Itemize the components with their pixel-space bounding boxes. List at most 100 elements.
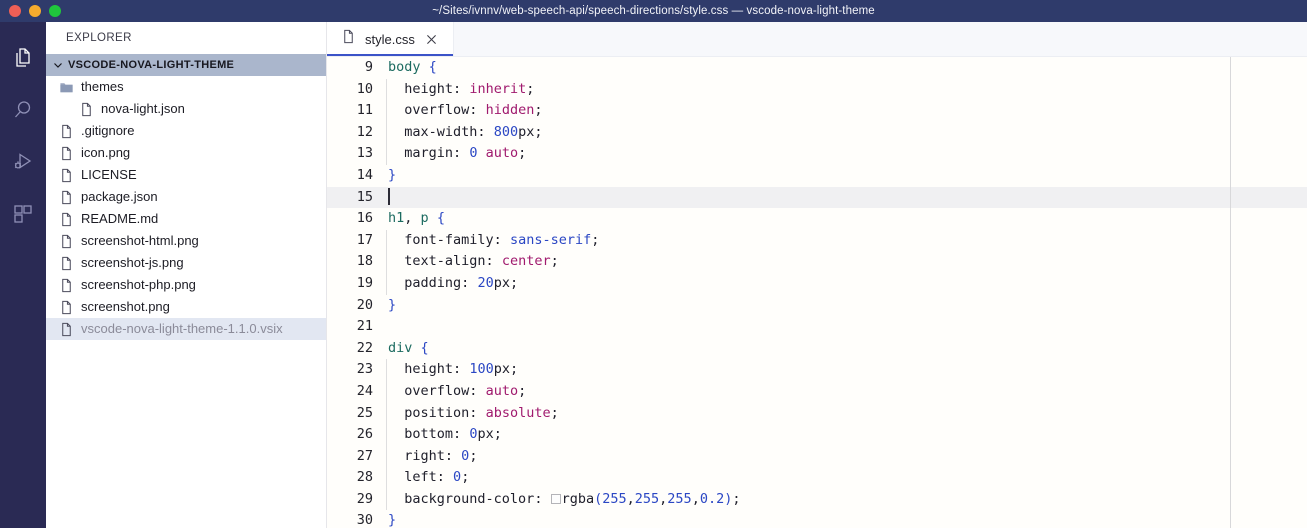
- code-line[interactable]: 26 bottom: 0px;: [327, 424, 1307, 446]
- indent-guide: [386, 380, 387, 403]
- code-token: background-color: [404, 490, 535, 507]
- file-tree-row[interactable]: screenshot-php.png: [46, 274, 326, 296]
- code-line[interactable]: 21: [327, 316, 1307, 338]
- line-number: 24: [356, 382, 373, 399]
- code-token: p: [420, 210, 429, 227]
- code-line[interactable]: 16 h1, p {: [327, 208, 1307, 230]
- activity-bar-item-explorer[interactable]: [0, 32, 46, 84]
- code-line[interactable]: 14}: [327, 165, 1307, 187]
- activity-bar-item-run-and-debug[interactable]: [0, 136, 46, 188]
- close-icon[interactable]: [424, 31, 440, 47]
- code-token: :: [453, 80, 470, 97]
- file-tree-row-label: LICENSE: [81, 167, 137, 182]
- file-tree-row-label: screenshot.png: [81, 299, 170, 314]
- code-line[interactable]: 18 text-align: center;: [327, 251, 1307, 273]
- indent-guide: [386, 78, 387, 101]
- text-cursor: [388, 187, 390, 205]
- code-line-text: body {: [386, 57, 437, 79]
- file-tree-row[interactable]: .gitignore: [46, 120, 326, 142]
- indent-guide: [386, 251, 387, 273]
- line-number: 13: [356, 145, 373, 162]
- file-tree-row-label: screenshot-php.png: [81, 277, 196, 292]
- indent-guide: [386, 121, 387, 144]
- code-line[interactable]: 11 overflow: hidden;: [327, 100, 1307, 122]
- file-tree-row[interactable]: README.md: [46, 208, 326, 230]
- file-tree-row[interactable]: nova-light.json: [46, 98, 326, 120]
- workbench: EXPLORER VSCODE-NOVA-LIGHT-THEME themes n…: [0, 22, 1307, 528]
- code-token: ;: [534, 123, 543, 140]
- sidebar-explorer: EXPLORER VSCODE-NOVA-LIGHT-THEME themes n…: [46, 22, 327, 528]
- file-icon: [58, 189, 74, 205]
- code-token: overflow: [404, 382, 470, 399]
- code-token: px: [493, 361, 510, 378]
- file-tree-row-label: screenshot-html.png: [81, 233, 199, 248]
- activity-bar-item-search[interactable]: [0, 84, 46, 136]
- code-line[interactable]: 25 position: absolute;: [327, 402, 1307, 425]
- file-tree-row[interactable]: LICENSE: [46, 164, 326, 186]
- code-line[interactable]: 17 font-family: sans-serif;: [327, 229, 1307, 252]
- code-line[interactable]: 23 height: 100px;: [327, 359, 1307, 381]
- code-line[interactable]: 28 left: 0;: [327, 467, 1307, 489]
- line-number: 30: [356, 512, 373, 528]
- code-token: body: [388, 59, 421, 75]
- indent-guide: [386, 229, 387, 252]
- file-tree-row[interactable]: screenshot-js.png: [46, 252, 326, 274]
- code-token: left: [404, 469, 437, 486]
- code-line[interactable]: 9 body {: [327, 57, 1307, 79]
- code-token: ,: [691, 490, 700, 507]
- file-tree-row[interactable]: screenshot-html.png: [46, 230, 326, 252]
- run-and-debug-icon: [11, 150, 35, 174]
- code-line[interactable]: 10 height: inherit;: [327, 78, 1307, 101]
- code-token: }: [388, 296, 397, 313]
- file-tree-row[interactable]: vscode-nova-light-theme-1.1.0.vsix: [46, 318, 326, 340]
- code-line-text: max-width: 800px;: [386, 121, 543, 144]
- color-swatch[interactable]: [550, 493, 561, 504]
- line-number: 11: [356, 102, 373, 119]
- code-token: 255: [634, 490, 660, 507]
- code-line[interactable]: 24 overflow: auto;: [327, 380, 1307, 403]
- code-token: margin: [404, 145, 454, 162]
- activity-bar-item-extensions[interactable]: [0, 188, 46, 240]
- code-line[interactable]: 27 right: 0;: [327, 445, 1307, 468]
- editor-tab-style-css[interactable]: style.css: [327, 22, 454, 56]
- code-token: :: [461, 274, 478, 291]
- line-number: 25: [356, 404, 373, 421]
- file-tree-row[interactable]: icon.png: [46, 142, 326, 164]
- code-line[interactable]: 13 margin: 0 auto;: [327, 143, 1307, 165]
- vertical-ruler: [1230, 57, 1231, 528]
- code-line[interactable]: 29 background-color: rgba(255,255,255,0.…: [327, 488, 1307, 511]
- code-token: inherit: [469, 80, 527, 97]
- code-line[interactable]: 20}: [327, 295, 1307, 317]
- code-token: 800: [493, 123, 519, 140]
- code-line-text: padding: 20px;: [386, 272, 519, 295]
- file-tree-row[interactable]: themes: [46, 76, 326, 98]
- file-tree-row[interactable]: screenshot.png: [46, 296, 326, 318]
- code-line[interactable]: 12 max-width: 800px;: [327, 121, 1307, 144]
- code-line-text: [386, 187, 390, 209]
- code-token: padding: [404, 274, 462, 291]
- code-token: ;: [550, 253, 559, 270]
- code-line[interactable]: 22 div {: [327, 338, 1307, 360]
- code-line[interactable]: 30}: [327, 510, 1307, 528]
- indent-guide: [386, 402, 387, 425]
- code-editor[interactable]: 9 body {10 height: inherit; 11 overflow: h…: [327, 57, 1307, 528]
- code-token: :: [436, 469, 454, 486]
- code-token: :: [453, 145, 470, 162]
- code-line[interactable]: 15: [327, 186, 1307, 209]
- indent-guide: [386, 100, 387, 122]
- code-token: center: [501, 253, 551, 270]
- code-token: ;: [509, 274, 519, 291]
- file-tree-row[interactable]: package.json: [46, 186, 326, 208]
- explorer-folder-header[interactable]: VSCODE-NOVA-LIGHT-THEME: [46, 54, 326, 76]
- code-line[interactable]: 19 padding: 20px;: [327, 272, 1307, 295]
- code-token: auto: [485, 382, 519, 399]
